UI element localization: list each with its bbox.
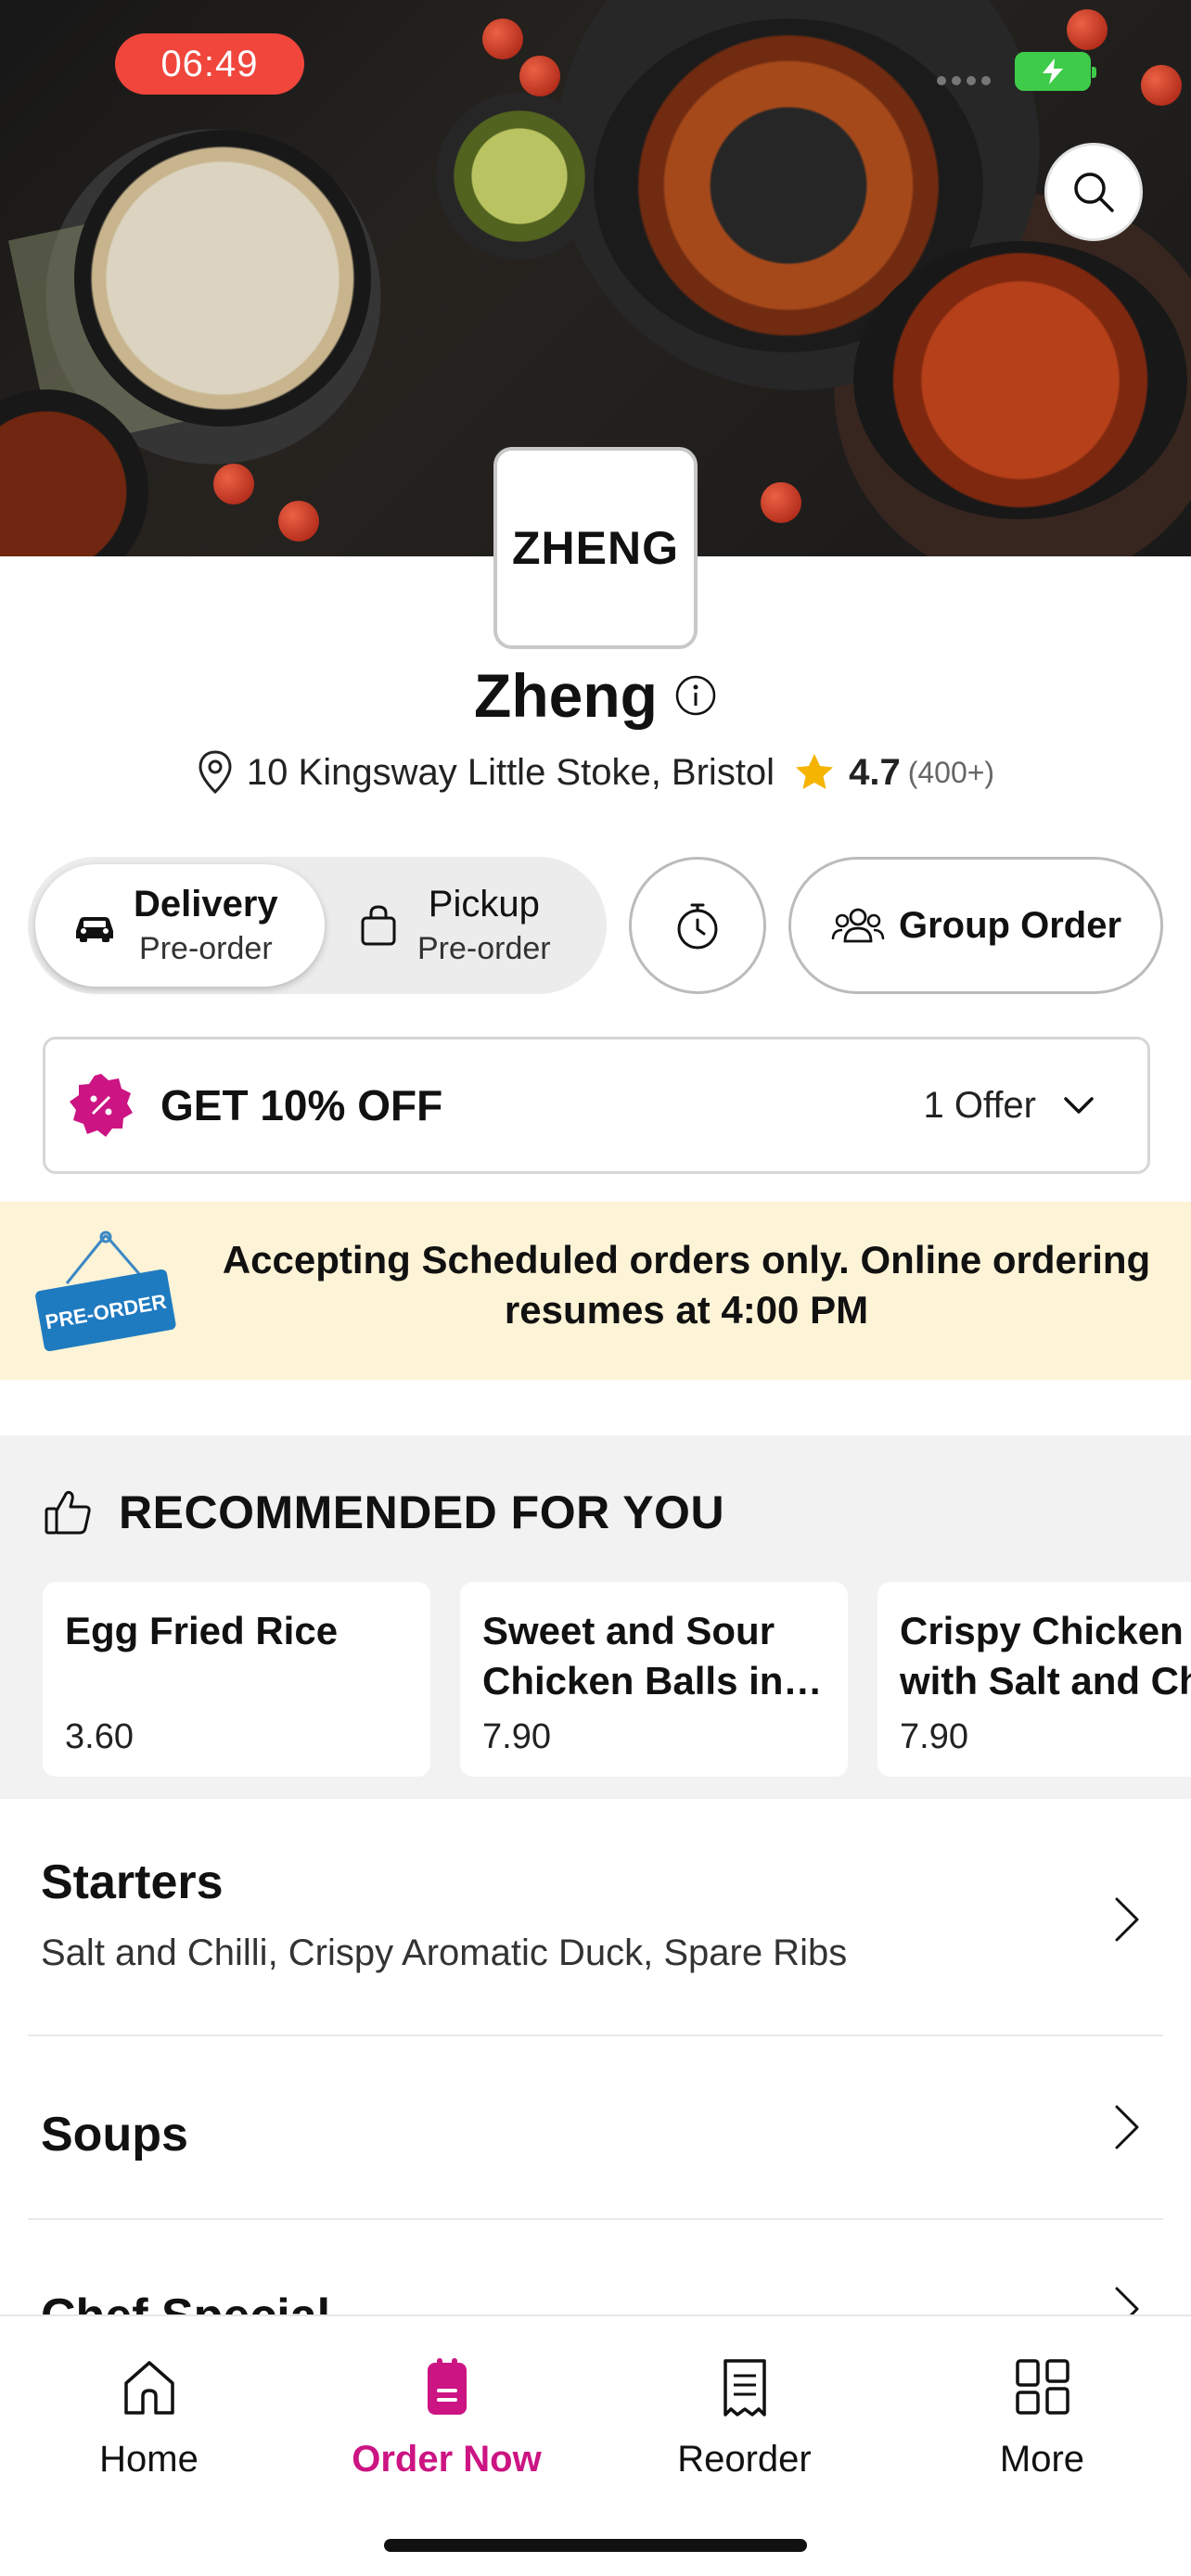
- battery-charging-icon: [1015, 52, 1096, 91]
- offer-title: GET 10% OFF: [160, 1081, 443, 1129]
- tab-order-now[interactable]: Order Now: [298, 2355, 596, 2480]
- chevron-right-icon: [1115, 2105, 1139, 2149]
- preorder-sign-icon: PRE-ORDER: [35, 1231, 176, 1352]
- schedule-button[interactable]: [629, 857, 766, 994]
- pickup-sub: Pre-order: [417, 931, 551, 966]
- stopwatch-icon: [677, 903, 718, 950]
- chevron-right-icon: [1115, 1897, 1139, 1942]
- tab-more[interactable]: More: [893, 2355, 1191, 2480]
- restaurant-address: 10 Kingsway Little Stoke, Bristol: [246, 751, 775, 793]
- recommended-item[interactable]: Crispy Chicken with Salt and Ch 7.90: [877, 1582, 1191, 1777]
- pickup-option[interactable]: Pickup Pre-order: [334, 864, 603, 987]
- rating-value: 4.7: [849, 751, 901, 793]
- offer-card[interactable]: GET 10% OFF 1 Offer: [43, 1037, 1150, 1174]
- discount-badge-icon: [70, 1074, 133, 1137]
- category-subtitle: Salt and Chilli, Crispy Aromatic Duck, S…: [41, 1932, 848, 1973]
- home-icon: [123, 2361, 174, 2415]
- order-icon: [427, 2358, 467, 2415]
- group-order-label: Group Order: [898, 904, 1122, 946]
- tab-home[interactable]: Home: [0, 2355, 298, 2480]
- chevron-right-icon: [1115, 2287, 1139, 2315]
- thumbs-up-icon: [45, 1490, 91, 1535]
- order-mode-selector: Delivery Pre-order Pickup Pre-order: [28, 857, 607, 994]
- info-icon[interactable]: [674, 674, 717, 717]
- recommended-item[interactable]: Sweet and Sour Chicken Balls in… 7.90: [460, 1582, 848, 1777]
- restaurant-name: Zheng: [474, 661, 658, 730]
- category-chef-special[interactable]: Chef Special: [28, 2220, 1163, 2315]
- search-icon: [1074, 172, 1114, 212]
- home-indicator: [384, 2539, 807, 2552]
- item-name: Crispy Chicken: [900, 1609, 1184, 1652]
- recommended-item[interactable]: Egg Fried Rice 3.60: [43, 1582, 430, 1777]
- preorder-banner: PRE-ORDER Accepting Scheduled orders onl…: [0, 1202, 1191, 1380]
- receipt-icon: [723, 2359, 766, 2417]
- status-time: 06:49: [115, 33, 304, 95]
- shopping-bag-icon: [361, 905, 396, 946]
- item-name-line2: Chicken Balls in…: [482, 1659, 823, 1702]
- location-pin-icon: [198, 750, 232, 795]
- group-order-button[interactable]: Group Order: [788, 857, 1163, 994]
- delivery-label: Delivery: [134, 884, 278, 925]
- category-title: Chef Special: [41, 2289, 330, 2315]
- chevron-down-icon: [1064, 1097, 1094, 1114]
- star-icon: [796, 754, 834, 789]
- signal-icon: [937, 76, 991, 85]
- tab-label: More: [999, 2439, 1085, 2480]
- tab-label: Reorder: [677, 2439, 812, 2480]
- pickup-label: Pickup: [428, 884, 540, 925]
- offer-count: 1 Offer: [923, 1084, 1036, 1126]
- tab-reorder[interactable]: Reorder: [596, 2355, 893, 2480]
- car-icon: [76, 917, 113, 942]
- category-title: Soups: [41, 2108, 188, 2162]
- preorder-message: Accepting Scheduled orders only. Online …: [222, 1238, 1151, 1332]
- bottom-tab-bar: Home Order Now Reorder More: [0, 2315, 1191, 2576]
- item-price: 3.60: [65, 1717, 134, 1756]
- category-soups[interactable]: Soups: [28, 2036, 1163, 2220]
- recommended-heading: RECOMMENDED FOR YOU: [119, 1486, 725, 1538]
- delivery-option[interactable]: Delivery Pre-order: [35, 864, 325, 987]
- group-icon: [831, 908, 885, 943]
- item-name: Egg Fried Rice: [65, 1609, 339, 1652]
- item-name-line2: with Salt and Ch: [900, 1659, 1191, 1702]
- restaurant-logo: ZHENG: [493, 447, 698, 649]
- tab-label: Order Now: [352, 2439, 542, 2480]
- item-price: 7.90: [900, 1717, 968, 1756]
- delivery-sub: Pre-order: [139, 931, 273, 966]
- tab-label: Home: [99, 2439, 198, 2480]
- item-name: Sweet and Sour: [482, 1609, 775, 1652]
- category-title: Starters: [41, 1855, 224, 1909]
- category-starters[interactable]: Starters Salt and Chilli, Crispy Aromati…: [28, 1799, 1163, 2036]
- recommended-section: RECOMMENDED FOR YOU Egg Fried Rice 3.60 …: [0, 1435, 1191, 1799]
- rating-count: (400+): [907, 755, 995, 789]
- search-button[interactable]: [1044, 143, 1143, 241]
- item-price: 7.90: [482, 1717, 551, 1756]
- grid-icon: [1015, 2359, 1069, 2415]
